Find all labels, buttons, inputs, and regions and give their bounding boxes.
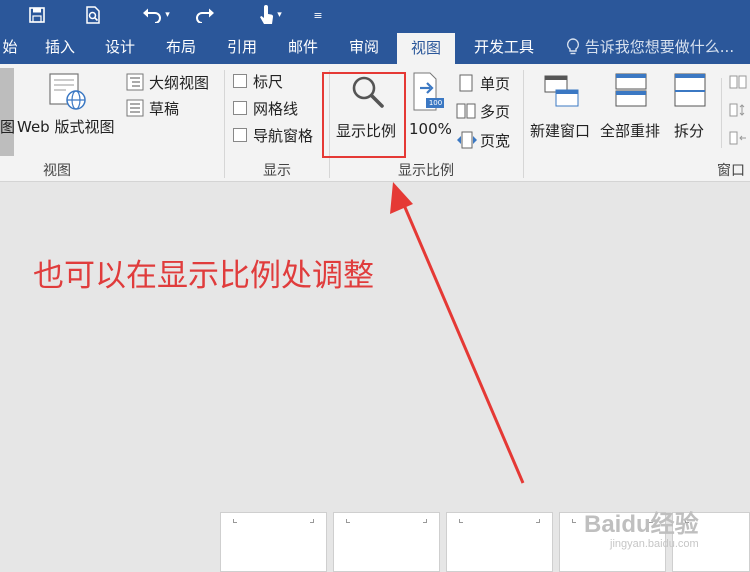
gridlines-checkbox[interactable] xyxy=(233,101,247,115)
nav-pane-checkbox[interactable] xyxy=(233,128,247,142)
page-thumbnail[interactable] xyxy=(333,512,440,572)
outline-view-button[interactable]: 大纲视图 xyxy=(126,70,222,94)
watermark-logo: Baidu经验 xyxy=(584,511,699,538)
redo-icon xyxy=(196,8,214,23)
zoom-100-badge: 100 xyxy=(428,99,443,107)
undo-button[interactable]: ▾ xyxy=(136,0,176,30)
page-thumbnail[interactable] xyxy=(220,512,327,572)
print-preview-icon xyxy=(86,6,100,24)
multiple-pages-label: 多页 xyxy=(480,103,511,121)
tell-me-box[interactable]: 告诉我您想要做什么... xyxy=(566,30,734,64)
tab-view[interactable]: 视图 xyxy=(397,33,455,64)
ribbon-tab-bar: 始 插入 设计 布局 引用 邮件 审阅 视图 开发工具 告诉我您想要做什么... xyxy=(0,30,750,64)
page-width-label: 页宽 xyxy=(480,132,511,150)
tab-insert[interactable]: 插入 xyxy=(38,30,82,64)
save-icon xyxy=(29,7,45,23)
one-page-button[interactable]: 单页 xyxy=(458,72,520,94)
split-icon xyxy=(674,73,706,107)
tab-developer[interactable]: 开发工具 xyxy=(466,30,542,64)
redo-button[interactable] xyxy=(192,0,218,30)
margin-mark xyxy=(536,519,540,523)
save-button[interactable] xyxy=(24,0,50,30)
tell-me-text: 告诉我您想要做什么... xyxy=(584,38,735,56)
zoom-100-button[interactable]: 100 100% xyxy=(406,70,452,154)
web-layout-label: Web 版式视图 xyxy=(17,118,115,136)
ruler-label: 标尺 xyxy=(253,73,284,91)
zoom-group-label: 显示比例 xyxy=(398,163,454,179)
split-button[interactable]: 拆分 xyxy=(668,70,716,154)
touch-mode-icon xyxy=(260,5,274,24)
group-separator xyxy=(523,70,524,178)
new-window-icon xyxy=(544,75,579,107)
arrange-all-label: 全部重排 xyxy=(600,122,661,140)
tab-layout[interactable]: 布局 xyxy=(159,30,203,64)
group-separator xyxy=(224,70,225,178)
tab-mailings[interactable]: 邮件 xyxy=(281,30,325,64)
watermark-url: jingyan.baidu.com xyxy=(610,538,699,550)
margin-mark xyxy=(346,519,350,523)
one-page-label: 单页 xyxy=(480,75,511,93)
customize-qat-icon: ≡ xyxy=(313,8,323,22)
multiple-pages-button[interactable]: 多页 xyxy=(456,100,520,122)
web-layout-icon xyxy=(49,73,86,110)
lightbulb-icon xyxy=(566,38,580,55)
web-layout-button[interactable]: Web 版式视图 xyxy=(16,68,120,154)
new-window-button[interactable]: 新建窗口 xyxy=(528,70,596,154)
page-width-button[interactable]: 页宽 xyxy=(456,129,520,151)
draft-view-button[interactable]: 草稿 xyxy=(126,96,222,120)
undo-dropdown-icon[interactable]: ▾ xyxy=(165,10,170,20)
tab-home[interactable]: 始 xyxy=(0,30,20,64)
new-window-label: 新建窗口 xyxy=(530,122,591,140)
undo-icon xyxy=(143,8,162,23)
tab-design[interactable]: 设计 xyxy=(98,30,142,64)
small-separator xyxy=(721,78,722,148)
arrange-all-button[interactable]: 全部重排 xyxy=(598,70,666,154)
draft-icon xyxy=(126,99,144,117)
margin-mark xyxy=(459,519,463,523)
page-width-icon xyxy=(457,131,477,149)
arrange-all-icon xyxy=(615,73,647,107)
annotation-text: 也可以在显示比例处调整 xyxy=(33,258,374,294)
view-side-by-side-icon xyxy=(729,75,747,89)
one-page-icon xyxy=(459,74,473,92)
views-group-label: 视图 xyxy=(43,163,71,179)
ruler-checkbox[interactable] xyxy=(233,74,247,88)
margin-mark xyxy=(423,519,427,523)
window-group-label: 窗口 xyxy=(717,163,745,179)
outline-icon xyxy=(126,73,144,91)
split-label: 拆分 xyxy=(674,122,705,140)
touch-mode-button[interactable]: ▾ xyxy=(250,0,290,30)
margin-mark xyxy=(233,519,237,523)
quick-access-toolbar: ▾ ▾ ≡ xyxy=(0,0,750,30)
gridlines-label: 网格线 xyxy=(253,100,299,118)
reset-position-icon xyxy=(729,131,746,145)
show-group-label: 显示 xyxy=(263,163,291,179)
draft-label: 草稿 xyxy=(149,100,180,118)
outline-label: 大纲视图 xyxy=(149,74,210,92)
margin-mark xyxy=(572,519,576,523)
zoom-100-label: 100% xyxy=(409,120,452,138)
tab-review[interactable]: 审阅 xyxy=(342,30,386,64)
print-layout-button-partial[interactable] xyxy=(0,68,14,156)
touch-mode-dropdown-icon[interactable]: ▾ xyxy=(277,10,282,20)
sync-scroll-icon xyxy=(729,103,745,117)
margin-mark xyxy=(310,519,314,523)
tab-references[interactable]: 引用 xyxy=(220,30,264,64)
print-preview-button[interactable] xyxy=(80,0,106,30)
zoom-highlight-box xyxy=(322,72,406,158)
window-small-buttons[interactable] xyxy=(729,74,750,150)
customize-qat-button[interactable]: ≡ xyxy=(308,0,328,30)
nav-pane-label: 导航窗格 xyxy=(253,127,314,145)
page-thumbnail[interactable] xyxy=(446,512,553,572)
multiple-pages-icon xyxy=(456,103,476,119)
print-layout-label: 图 xyxy=(0,118,16,136)
